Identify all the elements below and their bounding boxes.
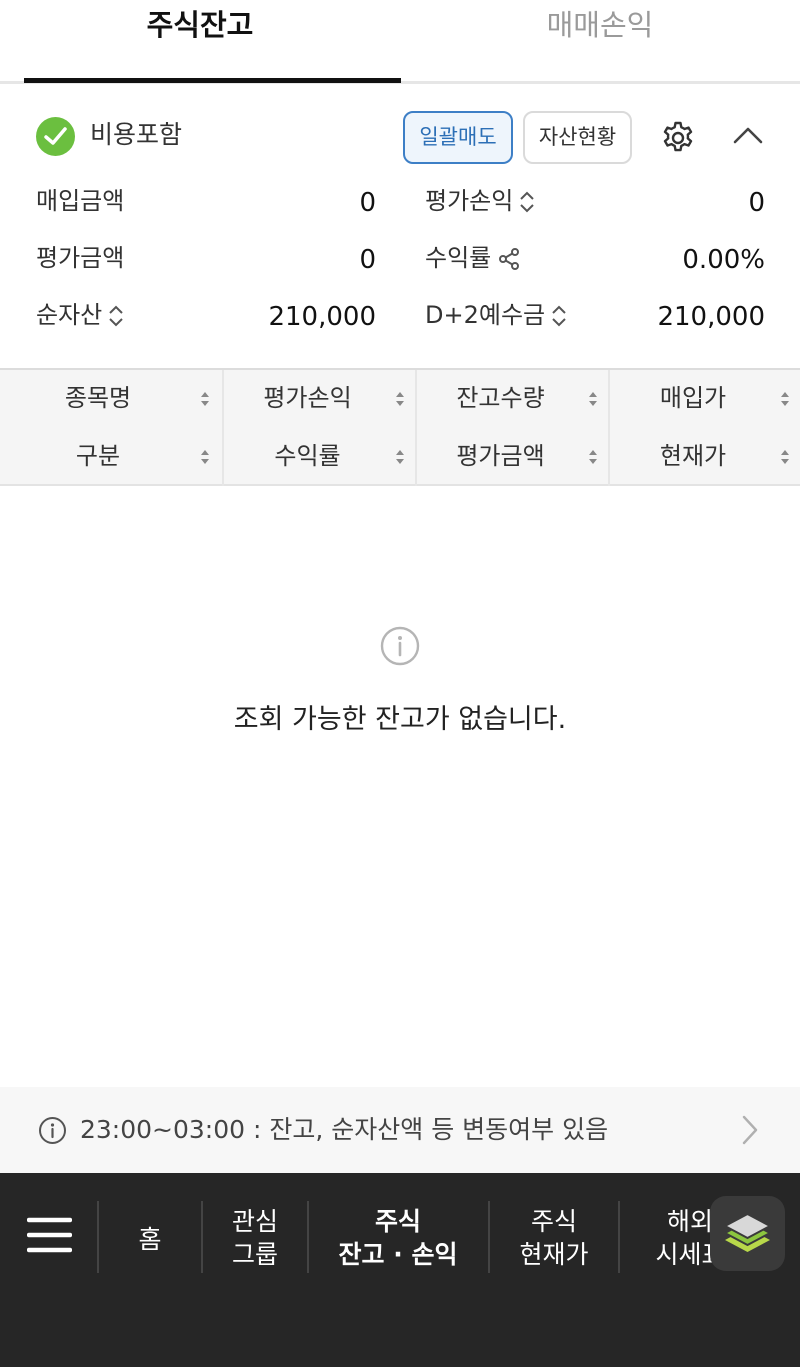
eval-pl-value: 0 [748,188,765,218]
sort-icon [396,392,404,406]
eval-amount-value: 0 [359,245,376,275]
sort-header-return-rate[interactable]: 수익률 [224,428,415,486]
purchase-amount-label: 매입금액 [36,187,125,215]
menu-icon[interactable] [27,1215,72,1255]
return-rate-label-text: 수익률 [425,244,492,272]
nav-divider [97,1201,99,1273]
header-label: 구분 [75,442,121,470]
nav-label-line1: 주식 [374,1207,421,1236]
nav-home[interactable]: 홈 [100,1205,200,1275]
sort-icon [589,392,597,406]
notice-bar[interactable]: 23:00~03:00 : 잔고, 순자산액 등 변동여부 있음 [0,1087,800,1173]
header-label: 현재가 [659,442,727,470]
nav-stock-balance[interactable]: 주식 잔고 · 손익 [309,1205,487,1275]
purchase-amount-value: 0 [359,188,376,218]
toggle-updown-icon[interactable] [108,304,124,328]
top-tabs: 주식잔고 매매손익 [0,0,800,84]
sort-icon [781,392,789,406]
nav-label-line1: 관심 [231,1207,278,1236]
nav-label-line2: 그룹 [231,1240,278,1269]
nav-label-line2: 잔고 · 손익 [338,1240,458,1269]
settings-gear-icon[interactable] [660,120,696,156]
header-label: 종목명 [64,384,132,412]
net-asset-label[interactable]: 순자산 [36,298,124,332]
sort-icon [396,450,404,464]
d2-deposit-label-text: D+2예수금 [425,301,546,329]
share-icon[interactable] [497,247,521,271]
sort-header-eval-amount[interactable]: 평가금액 [417,428,608,486]
sort-header-current-price[interactable]: 현재가 [610,428,800,486]
info-icon [380,626,420,666]
header-label: 수익률 [274,442,341,470]
eval-amount-label: 평가금액 [36,244,125,272]
nav-watch-group[interactable]: 관심 그룹 [203,1205,307,1275]
empty-state-message: 조회 가능한 잔고가 없습니다. [233,704,567,735]
tab-stock-balance[interactable]: 주식잔고 [0,0,400,84]
nav-home-label: 홈 [138,1225,162,1254]
collapse-chevron-up-icon[interactable] [731,123,765,147]
sort-icon [781,450,789,464]
nav-label-line1: 주식 [530,1207,577,1236]
layers-icon [722,1212,773,1252]
nav-label-line2: 현재가 [519,1240,589,1269]
sort-header-eval-pl[interactable]: 평가손익 [224,370,415,428]
sort-header-purchase-price[interactable]: 매입가 [610,370,800,428]
include-fee-label[interactable]: 비용포함 [90,117,182,153]
sort-header-stock-name[interactable]: 종목명 [0,370,220,428]
nav-stock-price[interactable]: 주식 현재가 [490,1205,618,1275]
header-label: 평가손익 [263,384,352,412]
info-icon [39,1117,66,1144]
d2-deposit-value: 210,000 [657,302,765,332]
toggle-updown-icon[interactable] [519,190,535,214]
header-label: 매입가 [659,384,727,412]
sort-header-quantity[interactable]: 잔고수량 [417,370,608,428]
active-tab-indicator [24,78,401,83]
eval-pl-label-text: 평가손익 [425,187,514,215]
notice-text: 23:00~03:00 : 잔고, 순자산액 등 변동여부 있음 [80,1115,609,1144]
column-price: 매입가 현재가 [608,370,800,486]
include-fee-checkbox[interactable] [36,117,75,156]
chevron-right-icon [742,1115,758,1145]
toggle-updown-icon[interactable] [551,304,567,328]
return-rate-value: 0.00% [682,245,765,275]
column-qty-amount: 잔고수량 평가금액 [415,370,608,486]
net-asset-value: 210,000 [268,302,376,332]
header-label: 잔고수량 [456,384,545,412]
d2-deposit-label[interactable]: D+2예수금 [425,298,567,332]
bulk-sell-button[interactable]: 일괄매도 [403,111,513,164]
check-icon [44,127,67,145]
balance-table-header: 종목명 구분 평가손익 수익률 잔고수량 평가금액 매입가 현재가 [0,370,800,486]
layers-button[interactable] [710,1196,785,1271]
balance-summary: 비용포함 일괄매도 자산현황 매입금액 0 평가손익 0 평가금액 0 수익률 … [0,87,800,370]
asset-status-button[interactable]: 자산현황 [523,111,632,164]
sort-header-type[interactable]: 구분 [0,428,220,486]
sort-icon [589,450,597,464]
sort-icon [201,392,209,406]
sort-icon [201,450,209,464]
return-rate-label[interactable]: 수익률 [425,241,521,275]
column-pl-rate: 평가손익 수익률 [222,370,415,486]
tab-trade-pl[interactable]: 매매손익 [400,0,800,84]
header-label: 평가금액 [456,442,545,470]
eval-pl-label[interactable]: 평가손익 [425,184,535,218]
bottom-navigation: 홈 관심 그룹 주식 잔고 · 손익 주식 현재가 해외 시세표 [0,1173,800,1367]
column-name-type: 종목명 구분 [0,370,220,486]
net-asset-label-text: 순자산 [36,301,103,329]
